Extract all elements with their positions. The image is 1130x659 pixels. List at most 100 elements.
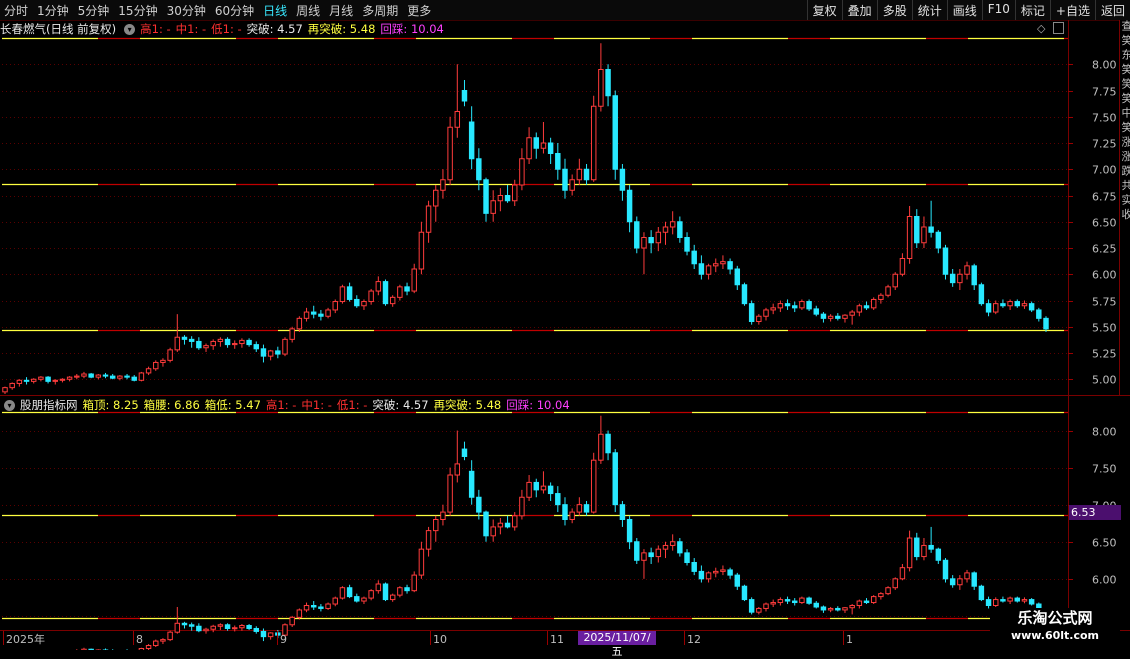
upper-tick-label-10: 5.50	[1092, 322, 1117, 335]
lower-candle-body-117	[843, 608, 847, 610]
upper-tick-label-11: 5.25	[1092, 348, 1117, 361]
lower-candle-body-141	[1015, 598, 1019, 601]
lower-candle-body-135	[972, 573, 976, 586]
upper-candle-body-40	[290, 329, 294, 340]
lower-candle-body-98	[706, 573, 710, 579]
lower-candle-body-63	[455, 464, 459, 475]
upper-candle-body-51	[369, 291, 373, 302]
lower-candle-body-130	[936, 549, 940, 560]
upper-candle-body-0	[3, 388, 7, 392]
upper-candle-body-71	[513, 185, 517, 201]
lower-candle-body-79	[570, 512, 574, 519]
x-tick-label-6: 1	[846, 633, 853, 646]
lower-candle-body-138	[994, 600, 998, 606]
lower-candle-body-88	[635, 542, 639, 561]
lower-candle-body-100	[721, 570, 725, 571]
upper-tick-label-5: 6.75	[1092, 191, 1117, 204]
lower-candle-body-21	[154, 641, 158, 645]
upper-candle-body-19	[139, 373, 143, 380]
lower-candle-body-106	[764, 604, 768, 608]
lower-candle-body-89	[642, 553, 646, 560]
upper-candle-body-99	[714, 264, 718, 266]
lower-candle-body-72	[520, 497, 524, 516]
upper-candle-body-86	[620, 169, 624, 190]
upper-candle-body-133	[958, 274, 962, 282]
upper-candle-body-78	[563, 169, 567, 190]
lower-candle-body-23	[168, 632, 172, 639]
lower-candle-body-127	[915, 538, 919, 557]
upper-candle-body-126	[907, 217, 911, 259]
lower-tick-label-1: 7.50	[1092, 463, 1117, 476]
lower-candle-body-34	[247, 626, 251, 629]
lower-candle-body-73	[527, 482, 531, 497]
upper-candle-body-9	[67, 377, 71, 379]
upper-candle-body-17	[125, 376, 129, 377]
watermark-line2: www.60lt.com	[990, 628, 1120, 644]
upper-candle-body-140	[1008, 302, 1012, 306]
upper-tick-label-12: 5.00	[1092, 374, 1117, 387]
lower-candle-body-122	[879, 594, 883, 597]
upper-candle-body-108	[778, 304, 782, 308]
upper-candle-body-96	[692, 251, 696, 264]
upper-candle-body-83	[599, 70, 603, 107]
upper-candle-body-94	[678, 222, 682, 238]
upper-candle-body-8	[60, 379, 64, 380]
lower-candle-body-22	[161, 640, 165, 641]
upper-candle-body-68	[491, 201, 495, 214]
upper-candle-body-41	[297, 318, 301, 329]
lower-candle-body-91	[656, 549, 660, 556]
lower-candle-body-55	[398, 588, 402, 595]
lower-candle-body-64	[462, 449, 466, 456]
lower-candle-body-119	[857, 601, 861, 605]
lower-candle-body-46	[333, 598, 337, 604]
lower-candle-body-133	[958, 579, 962, 585]
upper-candle-body-28	[204, 346, 208, 348]
lower-candle-body-20	[146, 646, 150, 649]
lower-candle-body-118	[850, 606, 854, 608]
upper-candle-body-110	[792, 306, 796, 308]
upper-candle-body-81	[584, 169, 588, 180]
upper-candle-body-91	[656, 232, 660, 243]
upper-candle-body-4	[31, 379, 35, 381]
upper-candle-body-84	[606, 70, 610, 96]
lower-candle-body-129	[929, 545, 933, 549]
upper-candle-body-129	[929, 227, 933, 232]
upper-candle-body-5	[39, 377, 43, 379]
lower-candle-body-86	[620, 505, 624, 520]
lower-candle-body-82	[591, 460, 595, 512]
lower-candle-body-102	[735, 575, 739, 586]
upper-candle-body-25	[182, 337, 186, 339]
price-chart[interactable]: 8.007.757.507.257.006.756.506.256.005.75…	[0, 0, 1130, 650]
upper-candle-body-13	[96, 375, 100, 377]
lower-candle-body-36	[261, 631, 265, 636]
upper-candle-body-104	[749, 304, 753, 322]
upper-candle-body-20	[146, 369, 150, 373]
lower-candle-body-33	[240, 626, 244, 628]
upper-candle-body-138	[994, 304, 998, 312]
lower-candle-body-143	[1029, 600, 1033, 604]
lower-candle-body-109	[785, 600, 789, 601]
lower-candle-body-121	[871, 597, 875, 603]
upper-candle-body-87	[627, 190, 631, 222]
lower-candle-body-57	[412, 575, 416, 591]
upper-tick-label-0: 8.00	[1092, 59, 1117, 72]
lower-candle-body-83	[599, 434, 603, 460]
upper-candle-body-100	[721, 262, 725, 264]
upper-candle-body-10	[75, 376, 79, 377]
upper-candle-body-7	[53, 380, 57, 381]
upper-candle-body-121	[871, 299, 875, 307]
upper-candle-body-82	[591, 106, 595, 180]
right-info-strip: 查 笑 东 笑 笑 笑 中 笑 涨 涨 跌 共 实 收	[1119, 20, 1130, 395]
lower-candle-body-111	[800, 598, 804, 602]
lower-candle-body-41	[297, 610, 301, 617]
upper-candle-body-42	[304, 312, 308, 318]
upper-tick-label-4: 7.00	[1092, 164, 1117, 177]
lower-candle-body-25	[182, 623, 186, 624]
upper-tick-label-3: 7.25	[1092, 138, 1117, 151]
upper-candle-body-16	[118, 376, 122, 378]
upper-candle-body-76	[548, 143, 552, 154]
lower-candle-body-44	[319, 607, 323, 608]
upper-tick-label-6: 6.50	[1092, 217, 1117, 230]
upper-candle-body-70	[505, 196, 509, 201]
upper-candle-body-21	[154, 362, 158, 368]
